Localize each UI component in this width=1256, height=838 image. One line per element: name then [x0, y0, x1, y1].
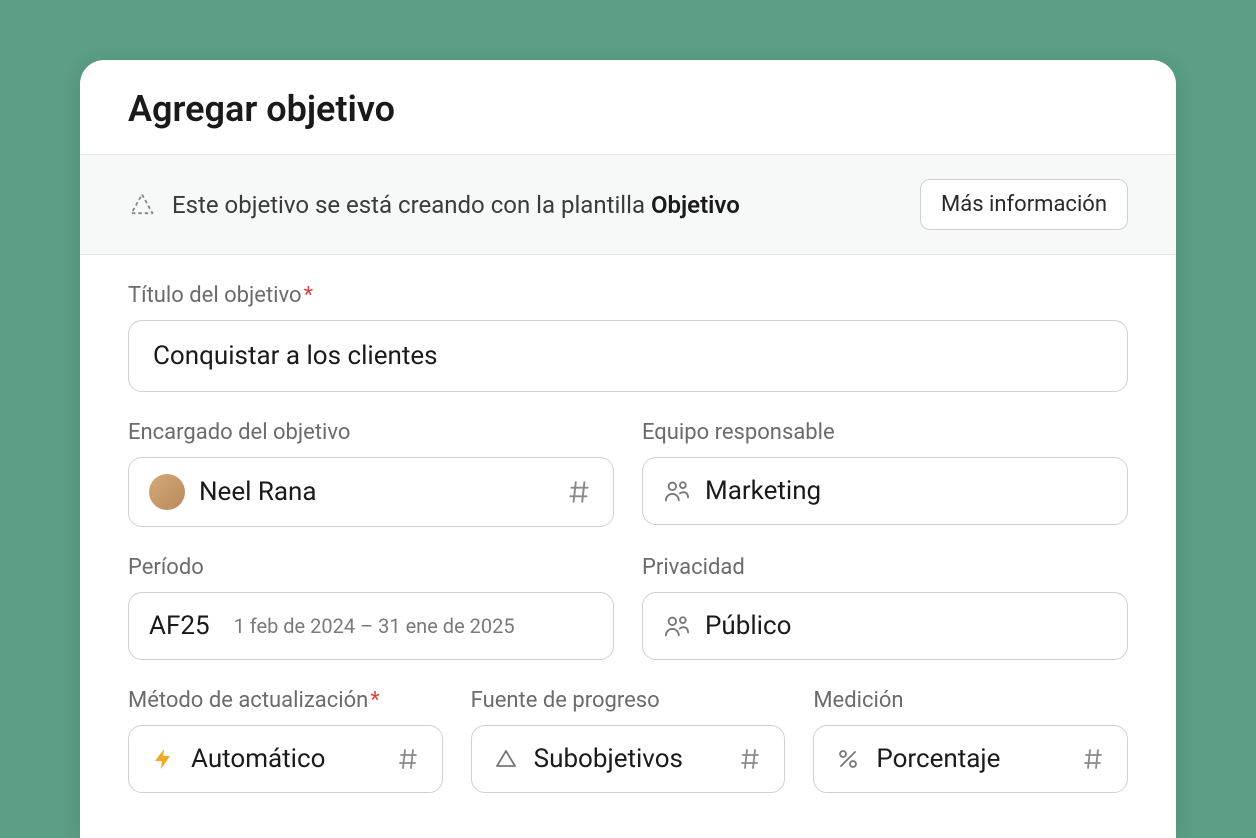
privacy-value: Público [705, 611, 1107, 641]
banner-template-name: Objetivo [651, 191, 740, 219]
progress-source-select[interactable]: Subobjetivos [471, 725, 786, 793]
owner-avatar [149, 474, 185, 510]
team-label: Equipo responsable [642, 420, 1128, 445]
title-label-text: Título del objetivo [128, 283, 302, 308]
banner-text: Este objetivo se está creando con la pla… [172, 191, 740, 219]
privacy-select[interactable]: Público [642, 592, 1128, 660]
measurement-value: Porcentaje [876, 744, 1065, 774]
bolt-icon [149, 745, 177, 773]
triangle-icon [492, 745, 520, 773]
update-method-label: Método de actualización* [128, 688, 443, 713]
required-indicator: * [370, 688, 379, 713]
measurement-label: Medición [813, 688, 1128, 713]
period-field-group: Período AF25 1 feb de 2024 – 31 ene de 2… [128, 555, 614, 660]
title-input[interactable] [128, 320, 1128, 392]
hash-icon [394, 745, 422, 773]
hash-icon [1079, 745, 1107, 773]
progress-source-field-group: Fuente de progreso Subobjetivos [471, 688, 786, 793]
title-field-group: Título del objetivo* [128, 283, 1128, 392]
modal-title: Agregar objetivo [128, 88, 1128, 130]
template-banner: Este objetivo se está creando con la pla… [80, 154, 1176, 255]
team-select[interactable]: Marketing [642, 457, 1128, 525]
update-method-label-text: Método de actualización [128, 688, 368, 713]
required-indicator: * [304, 283, 313, 308]
measurement-field-group: Medición Porcentaje [813, 688, 1128, 793]
team-value: Marketing [705, 476, 1107, 506]
hash-icon [565, 478, 593, 506]
people-icon [663, 477, 691, 505]
template-icon [128, 191, 156, 219]
measurement-select[interactable]: Porcentaje [813, 725, 1128, 793]
period-select[interactable]: AF25 1 feb de 2024 – 31 ene de 2025 [128, 592, 614, 660]
privacy-label: Privacidad [642, 555, 1128, 580]
update-method-field-group: Método de actualización* Automático [128, 688, 443, 793]
period-label: Período [128, 555, 614, 580]
people-icon [663, 612, 691, 640]
period-range: 1 feb de 2024 – 31 ene de 2025 [234, 614, 515, 638]
update-method-value: Automático [191, 744, 380, 774]
percent-icon [834, 745, 862, 773]
progress-source-label: Fuente de progreso [471, 688, 786, 713]
add-goal-modal: Agregar objetivo Este objetivo se está c… [80, 60, 1176, 838]
update-method-select[interactable]: Automático [128, 725, 443, 793]
hash-icon [736, 745, 764, 773]
more-info-button[interactable]: Más información [920, 179, 1128, 230]
team-field-group: Equipo responsable Marketing [642, 420, 1128, 527]
owner-value: Neel Rana [199, 477, 551, 507]
privacy-field-group: Privacidad Público [642, 555, 1128, 660]
owner-label: Encargado del objetivo [128, 420, 614, 445]
form-body: Título del objetivo* Encargado del objet… [80, 255, 1176, 793]
owner-field-group: Encargado del objetivo Neel Rana [128, 420, 614, 527]
modal-header: Agregar objetivo [80, 60, 1176, 154]
progress-source-value: Subobjetivos [534, 744, 723, 774]
period-code: AF25 [149, 611, 210, 641]
title-label: Título del objetivo* [128, 283, 1128, 308]
owner-select[interactable]: Neel Rana [128, 457, 614, 527]
banner-content: Este objetivo se está creando con la pla… [128, 191, 740, 219]
banner-prefix: Este objetivo se está creando con la pla… [172, 191, 651, 219]
